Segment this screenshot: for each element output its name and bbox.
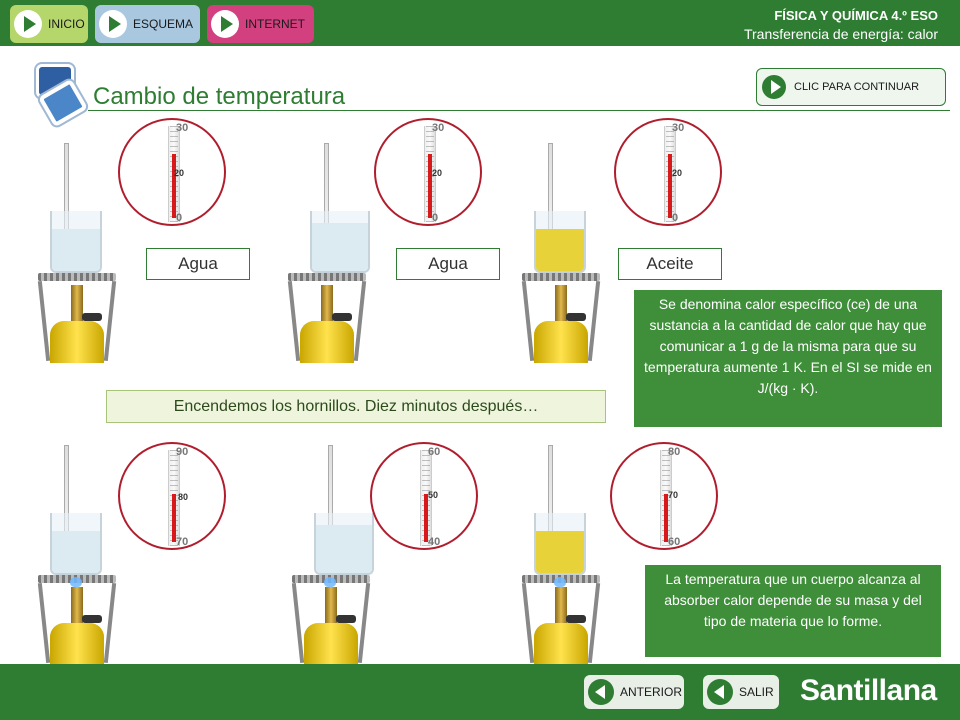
continue-button[interactable]: CLIC PARA CONTINUAR — [756, 68, 946, 106]
mercury-column — [172, 154, 176, 218]
header-bar: INICIO ESQUEMA INTERNET FÍSICA Y QUÍMICA… — [0, 0, 960, 46]
thermometer-gauge-2: 30 0 20 — [374, 118, 482, 226]
inicio-button[interactable]: INICIO — [10, 5, 88, 43]
mercury-column — [172, 494, 176, 542]
brand-logo: Santillana — [800, 674, 937, 707]
thermometer-gauge-1: 30 0 20 — [118, 118, 226, 226]
play-icon — [211, 10, 239, 38]
unit-title: Transferencia de energía: calor — [743, 26, 938, 42]
substance-label-water-2: Agua — [396, 248, 500, 280]
mercury-column — [668, 154, 672, 218]
scale-top: 80 — [668, 446, 681, 458]
scale-top: 30 — [432, 122, 445, 134]
mercury-column — [664, 494, 668, 542]
thermometer-gauge-4: 90 70 80 — [118, 442, 226, 550]
scale-top: 30 — [176, 122, 189, 134]
anterior-button[interactable]: ANTERIOR — [584, 675, 684, 709]
temperature-reading: 80 — [178, 492, 189, 502]
play-icon — [14, 10, 42, 38]
scale-bottom: 0 — [432, 212, 439, 224]
caption-box: Encendemos los hornillos. Diez minutos d… — [106, 390, 606, 423]
thermometer-gauge-5: 60 40 50 — [370, 442, 478, 550]
scale-bottom: 70 — [176, 536, 189, 548]
course-title: FÍSICA Y QUÍMICA 4.º ESO — [774, 8, 938, 23]
temperature-reading: 20 — [174, 168, 185, 178]
temperature-conclusion: La temperatura que un cuerpo alcanza al … — [645, 565, 941, 657]
scale-bottom: 0 — [176, 212, 183, 224]
esquema-button[interactable]: ESQUEMA — [95, 5, 200, 43]
play-icon — [99, 10, 127, 38]
play-icon — [762, 75, 786, 99]
salir-button[interactable]: SALIR — [703, 675, 779, 709]
internet-button[interactable]: INTERNET — [207, 5, 314, 43]
esquema-label: ESQUEMA — [133, 17, 194, 31]
anterior-label: ANTERIOR — [620, 685, 683, 699]
mercury-column — [428, 154, 432, 218]
scale-bottom: 60 — [668, 536, 681, 548]
temperature-reading: 50 — [428, 490, 439, 500]
scale-top: 30 — [672, 122, 685, 134]
inicio-label: INICIO — [48, 17, 85, 31]
substance-label-oil: Aceite — [618, 248, 722, 280]
scale-bottom: 40 — [428, 536, 441, 548]
slides-icon — [36, 64, 88, 128]
scale-top: 60 — [428, 446, 441, 458]
thermometer-gauge-3: 30 0 20 — [614, 118, 722, 226]
specific-heat-definition: Se denomina calor específico (ce) de una… — [634, 290, 942, 427]
continue-label: CLIC PARA CONTINUAR — [794, 81, 920, 93]
internet-label: INTERNET — [245, 17, 305, 31]
back-arrow-icon — [707, 679, 733, 705]
title-divider — [88, 110, 950, 111]
thermometer-gauge-6: 80 60 70 — [610, 442, 718, 550]
back-arrow-icon — [588, 679, 614, 705]
page-title: Cambio de temperatura — [93, 83, 346, 110]
scale-top: 90 — [176, 446, 189, 458]
mercury-column — [424, 494, 428, 542]
salir-label: SALIR — [739, 685, 774, 699]
scale-bottom: 0 — [672, 212, 679, 224]
temperature-reading: 70 — [668, 490, 679, 500]
substance-label-water-1: Agua — [146, 248, 250, 280]
temperature-reading: 20 — [672, 168, 683, 178]
temperature-reading: 20 — [432, 168, 443, 178]
